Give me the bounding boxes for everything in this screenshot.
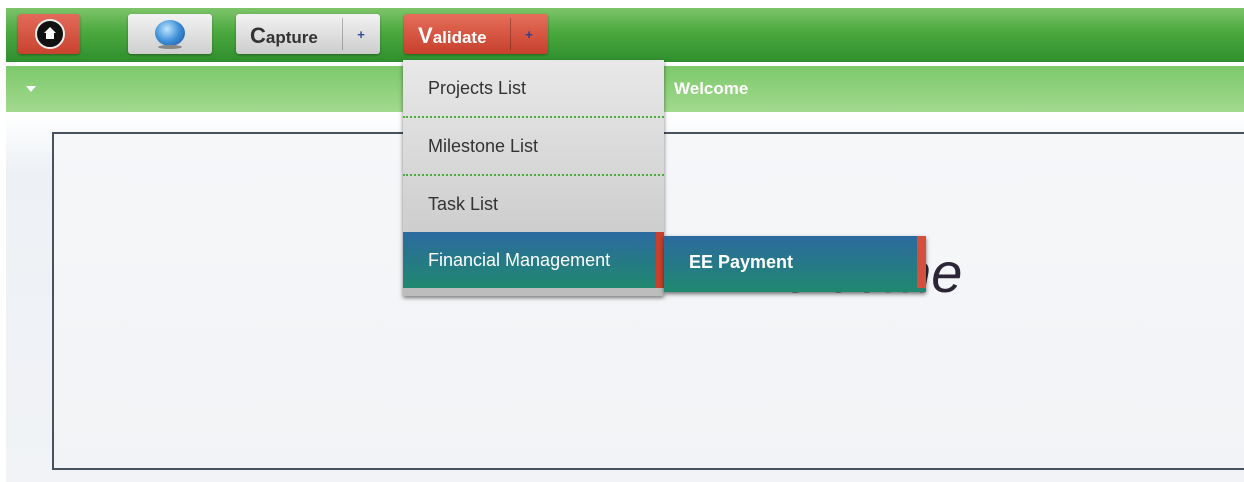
validate-expand-button[interactable]: + bbox=[510, 14, 548, 54]
top-navigation-bar: Capture + Validate + bbox=[6, 8, 1244, 62]
page: Capture + Validate + Welcome Welcome Pro… bbox=[0, 0, 1244, 482]
capture-expand-button[interactable]: + bbox=[342, 14, 380, 54]
caret-down-icon[interactable] bbox=[26, 86, 36, 92]
menu-item-financial-management[interactable]: Financial Management bbox=[403, 232, 664, 288]
capture-label: Capture bbox=[250, 23, 318, 48]
validate-dropdown-menu: Projects List Milestone List Task List F… bbox=[403, 60, 664, 296]
globe-button[interactable] bbox=[128, 14, 212, 54]
menu-item-task-list[interactable]: Task List bbox=[403, 176, 664, 232]
capture-menu-button[interactable]: Capture + bbox=[236, 14, 380, 54]
home-icon bbox=[35, 19, 65, 49]
menu-item-financial-management-label: Financial Management bbox=[428, 250, 611, 270]
page-title: Welcome bbox=[674, 79, 749, 98]
financial-submenu: EE Payment bbox=[664, 236, 926, 292]
submenu-item-ee-payment[interactable]: EE Payment bbox=[689, 252, 793, 273]
menu-item-projects-list[interactable]: Projects List bbox=[403, 60, 664, 118]
globe-icon bbox=[155, 20, 185, 46]
validate-label: Validate bbox=[418, 23, 487, 48]
validate-menu-button[interactable]: Validate + bbox=[404, 14, 548, 54]
home-button[interactable] bbox=[18, 14, 80, 54]
menu-item-milestone-list[interactable]: Milestone List bbox=[403, 118, 664, 176]
